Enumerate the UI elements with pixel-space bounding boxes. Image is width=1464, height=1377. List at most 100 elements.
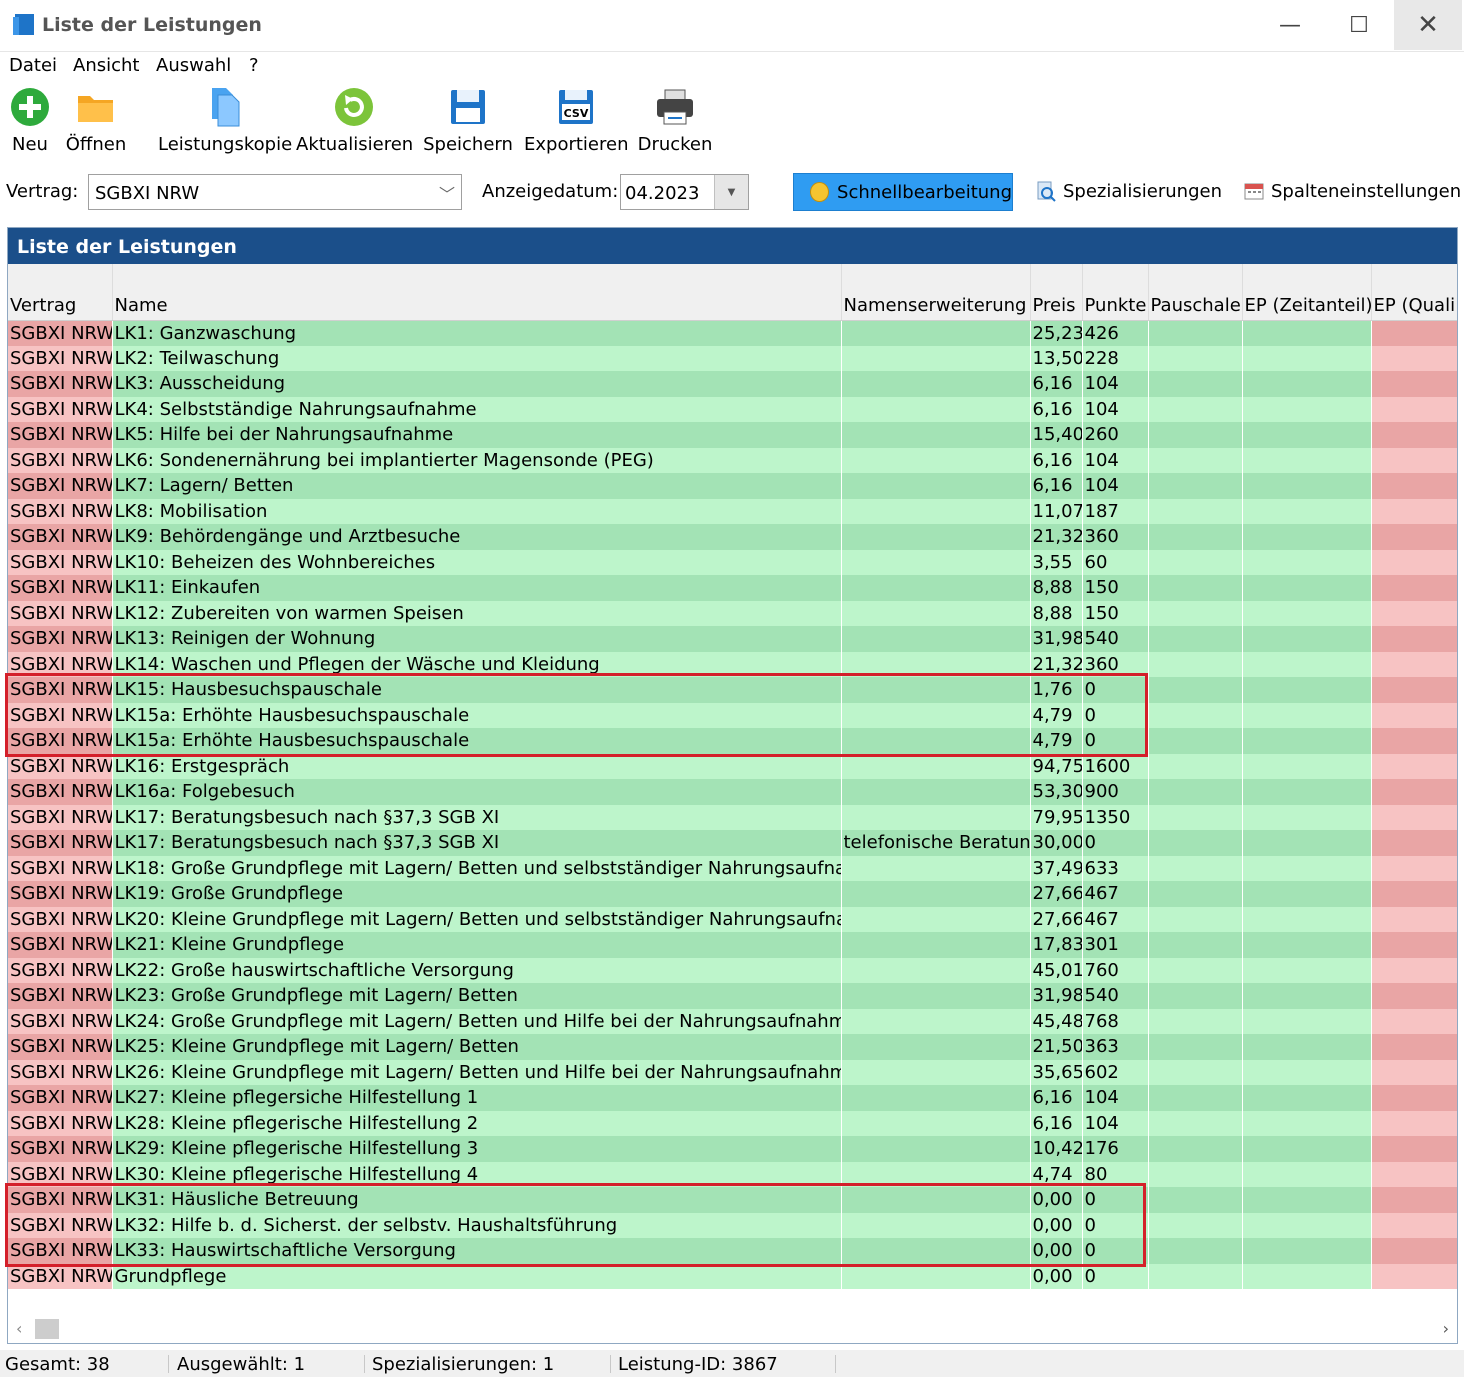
table-row[interactable]: SGBXI NRW LK16a: Folgebesuch 53,30 900 — [8, 779, 1457, 805]
column-header[interactable]: EP (Quali — [1371, 288, 1457, 321]
preis-cell: 8,88 — [1030, 600, 1083, 626]
table-row[interactable]: SGBXI NRW LK21: Kleine Grundpflege 17,83 30… — [8, 932, 1457, 958]
table-row[interactable]: SGBXI NRW LK15a: Erhöhte Hausbesuchspausc… — [8, 702, 1457, 728]
vertrag-cell: SGBXI NRW — [8, 1263, 113, 1289]
column-header[interactable]: Name — [112, 288, 842, 321]
table-row[interactable]: SGBXI NRW LK30: Kleine pflegerische Hilfe… — [8, 1161, 1457, 1187]
close-button[interactable]: ✕ — [1394, 0, 1462, 50]
ep-zeitanteil-cell — [1242, 1263, 1372, 1289]
name-cell: LK13: Reinigen der Wohnung — [112, 626, 842, 652]
save-label: Speichern — [423, 134, 513, 155]
ep-quali-cell — [1371, 1008, 1457, 1034]
schnellbearbeitung-button[interactable]: Schnellbearbeitung — [793, 173, 1013, 211]
table-row[interactable]: SGBXI NRW LK15: Hausbesuchspauschale 1,76 0 — [8, 677, 1457, 703]
table-row[interactable]: SGBXI NRW LK5: Hilfe bei der Nahrungsaufn… — [8, 422, 1457, 448]
menu-ansicht[interactable]: Ansicht — [73, 55, 139, 76]
punkte-cell: 1600 — [1082, 753, 1149, 779]
table-row[interactable]: SGBXI NRW LK33: Hauswirtschaftliche Verso… — [8, 1238, 1457, 1264]
column-header[interactable]: Punkte — [1082, 288, 1149, 321]
table-row[interactable]: SGBXI NRW LK4: Selbstständige Nahrungsauf… — [8, 396, 1457, 422]
ep-zeitanteil-cell — [1242, 1187, 1372, 1213]
table-row[interactable]: SGBXI NRW LK11: Einkaufen 8,88 150 — [8, 575, 1457, 601]
namenserweiterung-cell — [841, 855, 1031, 881]
table-row[interactable]: SGBXI NRW LK22: Große hauswirtschaftliche… — [8, 957, 1457, 983]
namenserweiterung-cell — [841, 422, 1031, 448]
table-row[interactable]: SGBXI NRW LK3: Ausscheidung 6,16 104 — [8, 371, 1457, 397]
column-header[interactable]: Vertrag — [8, 288, 113, 321]
ep-zeitanteil-cell — [1242, 753, 1372, 779]
preis-cell: 31,98 — [1030, 983, 1083, 1009]
minimize-button[interactable]: — — [1256, 0, 1324, 50]
table-row[interactable]: SGBXI NRW LK28: Kleine pflegerische Hilfe… — [8, 1110, 1457, 1136]
scroll-thumb[interactable] — [35, 1319, 59, 1339]
vertrag-cell: SGBXI NRW — [8, 1136, 113, 1162]
punkte-cell: 104 — [1082, 1085, 1149, 1111]
horizontal-scrollbar[interactable]: ‹ › — [8, 1316, 1457, 1343]
table-row[interactable]: SGBXI NRW LK29: Kleine pflegerische Hilfe… — [8, 1136, 1457, 1162]
preis-cell: 31,98 — [1030, 626, 1083, 652]
table-row[interactable]: SGBXI NRW LK19: Große Grundpflege 27,66 467 — [8, 881, 1457, 907]
table-row[interactable]: SGBXI NRW LK25: Kleine Grundpflege mit La… — [8, 1034, 1457, 1060]
table-row[interactable]: SGBXI NRW LK12: Zubereiten von warmen Spe… — [8, 600, 1457, 626]
column-header[interactable]: Preis — [1030, 288, 1083, 321]
pauschale-cell — [1148, 881, 1243, 907]
table-row[interactable]: SGBXI NRW LK16: Erstgespräch 94,75 1600 — [8, 753, 1457, 779]
table-row[interactable]: SGBXI NRW LK9: Behördengänge und Arztbesu… — [8, 524, 1457, 550]
menu-datei[interactable]: Datei — [9, 55, 57, 76]
table-row[interactable]: SGBXI NRW LK20: Kleine Grundpflege mit La… — [8, 906, 1457, 932]
pauschale-cell — [1148, 371, 1243, 397]
table-row[interactable]: SGBXI NRW LK26: Kleine Grundpflege mit La… — [8, 1059, 1457, 1085]
table-row[interactable]: SGBXI NRW Grundpflege 0,00 0 — [8, 1263, 1457, 1289]
dropdown-arrow-icon[interactable]: ▼ — [714, 175, 748, 209]
table-row[interactable]: SGBXI NRW LK7: Lagern/ Betten 6,16 104 — [8, 473, 1457, 499]
table-row[interactable]: SGBXI NRW LK15a: Erhöhte Hausbesuchspausc… — [8, 728, 1457, 754]
toolbar: Neu Öffnen Leistungskopie Aktualisieren … — [0, 82, 1464, 162]
column-header[interactable]: Pauschale — [1148, 288, 1243, 321]
menu-help[interactable]: ? — [249, 55, 259, 76]
column-header[interactable]: EP (Zeitanteil) — [1242, 288, 1372, 321]
table-row[interactable]: SGBXI NRW LK8: Mobilisation 11,07 187 — [8, 498, 1457, 524]
table-row[interactable]: SGBXI NRW LK2: Teilwaschung 13,50 228 — [8, 345, 1457, 371]
table-row[interactable]: SGBXI NRW LK13: Reinigen der Wohnung 31,98… — [8, 626, 1457, 652]
table-row[interactable]: SGBXI NRW LK24: Große Grundpflege mit Lag… — [8, 1008, 1457, 1034]
ep-quali-cell — [1371, 957, 1457, 983]
namenserweiterung-cell — [841, 447, 1031, 473]
table-row[interactable]: SGBXI NRW LK31: Häusliche Betreuung 0,00 0 — [8, 1187, 1457, 1213]
table-row[interactable]: SGBXI NRW LK32: Hilfe b. d. Sicherst. der… — [8, 1212, 1457, 1238]
open-label: Öffnen — [65, 134, 127, 155]
table-row[interactable]: SGBXI NRW LK1: Ganzwaschung 25,23 426 — [8, 320, 1457, 346]
table-row[interactable]: SGBXI NRW LK18: Große Grundpflege mit Lag… — [8, 855, 1457, 881]
scroll-left-icon[interactable]: ‹ — [16, 1319, 22, 1338]
pauschale-cell — [1148, 345, 1243, 371]
table-row[interactable]: SGBXI NRW LK6: Sondenernährung bei implan… — [8, 447, 1457, 473]
table-row[interactable]: SGBXI NRW LK27: Kleine pflegersiche Hilfe… — [8, 1085, 1457, 1111]
ep-zeitanteil-cell — [1242, 906, 1372, 932]
punkte-cell: 426 — [1082, 320, 1149, 346]
ep-zeitanteil-cell — [1242, 1238, 1372, 1264]
maximize-button[interactable]: ☐ — [1325, 0, 1393, 50]
pauschale-cell — [1148, 677, 1243, 703]
vertrag-cell: SGBXI NRW — [8, 1008, 113, 1034]
namenserweiterung-cell — [841, 932, 1031, 958]
punkte-cell: 150 — [1082, 600, 1149, 626]
preis-cell: 6,16 — [1030, 447, 1083, 473]
save-icon — [451, 90, 485, 124]
ep-quali-cell — [1371, 1263, 1457, 1289]
spezialisierungen-button[interactable]: Spezialisierungen — [1035, 180, 1222, 202]
ep-zeitanteil-cell — [1242, 524, 1372, 550]
table-row[interactable]: SGBXI NRW LK17: Beratungsbesuch nach §37,… — [8, 804, 1457, 830]
vertrag-select[interactable]: SGBXI NRW ﹀ — [88, 174, 462, 210]
table-row[interactable]: SGBXI NRW LK17: Beratungsbesuch nach §37,… — [8, 830, 1457, 856]
table-row[interactable]: SGBXI NRW LK10: Beheizen des Wohnbereiche… — [8, 549, 1457, 575]
namenserweiterung-cell — [841, 779, 1031, 805]
table-row[interactable]: SGBXI NRW LK23: Große Grundpflege mit Lag… — [8, 983, 1457, 1009]
pauschale-cell — [1148, 753, 1243, 779]
anzeigedatum-picker[interactable]: 04.2023 ▼ — [620, 174, 749, 210]
vertrag-cell: SGBXI NRW — [8, 1238, 113, 1264]
spalteneinstellungen-button[interactable]: Spalteneinstellungen — [1243, 180, 1461, 202]
scroll-right-icon[interactable]: › — [1443, 1319, 1449, 1338]
pauschale-cell — [1148, 957, 1243, 983]
table-row[interactable]: SGBXI NRW LK14: Waschen und Pflegen der W… — [8, 651, 1457, 677]
column-header[interactable]: Namenserweiterung — [841, 288, 1031, 321]
menu-auswahl[interactable]: Auswahl — [156, 55, 231, 76]
